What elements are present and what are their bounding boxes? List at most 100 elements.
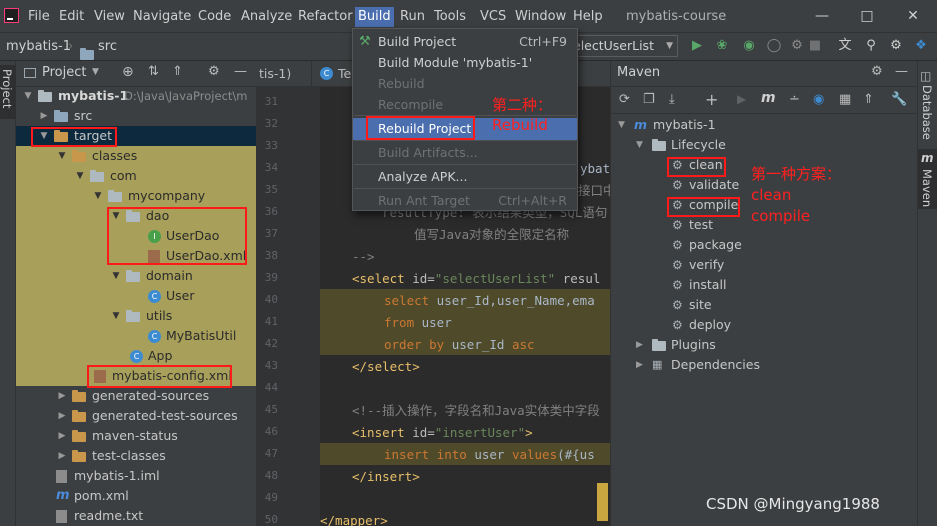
tree-row-iml[interactable]: mybatis-1.iml: [16, 466, 256, 486]
maven-goal-icon[interactable]: m: [761, 90, 776, 106]
menu-tools[interactable]: Tools: [434, 7, 466, 27]
tree-row-mycompany[interactable]: ▼ mycompany: [16, 186, 256, 206]
minimize-icon[interactable]: —: [812, 6, 832, 26]
text-file-icon: [56, 510, 67, 523]
menu-item-build-project[interactable]: ⚒ Build Project Ctrl+F9: [353, 31, 577, 53]
menu-analyze[interactable]: Analyze: [241, 7, 292, 27]
tree-row-mybatisutil[interactable]: C MyBatisUtil: [16, 326, 256, 346]
stop-icon[interactable]: ■: [806, 37, 824, 55]
plugin-icon[interactable]: ❖: [912, 37, 930, 55]
chevron-down-icon[interactable]: ▼: [92, 186, 104, 206]
tree-row-test-classes[interactable]: ▶ test-classes: [16, 446, 256, 466]
close-icon[interactable]: ✕: [903, 6, 923, 26]
add-folder-icon[interactable]: ❐: [643, 92, 655, 107]
tree-row-generated-test-sources[interactable]: ▶ generated-test-sources: [16, 406, 256, 426]
tree-row-utils[interactable]: ▼ utils: [16, 306, 256, 326]
attach-icon[interactable]: ⚙: [788, 37, 806, 55]
menu-code[interactable]: Code: [198, 7, 231, 27]
chevron-down-icon[interactable]: ▼: [56, 146, 68, 166]
tree-row-com[interactable]: ▼ com: [16, 166, 256, 186]
menu-navigate[interactable]: Navigate: [133, 7, 191, 27]
menu-vcs[interactable]: VCS: [480, 7, 506, 27]
chevron-right-icon[interactable]: ▶: [56, 426, 68, 446]
menu-edit[interactable]: Edit: [59, 7, 84, 27]
chevron-right-icon[interactable]: ▶: [56, 446, 68, 466]
collapse-all-icon[interactable]: ⇑: [863, 92, 874, 107]
show-dependencies-icon[interactable]: ▦: [839, 92, 851, 107]
project-panel-title[interactable]: Project: [42, 65, 86, 80]
code-line-46: <insert id="insertUser">: [352, 425, 533, 440]
tree-row-readme[interactable]: readme.txt: [16, 506, 256, 526]
annotation-box-dao: [107, 207, 247, 265]
database-tool-label[interactable]: Database: [920, 85, 934, 140]
gear-icon[interactable]: ⚙: [208, 64, 220, 79]
menu-build[interactable]: Build: [355, 7, 394, 27]
search-icon[interactable]: ⚲: [862, 37, 880, 55]
collapse-all-icon[interactable]: ⇑: [172, 64, 183, 79]
menu-run[interactable]: Run: [400, 7, 425, 27]
tree-row-classes[interactable]: ▼ classes: [16, 146, 256, 166]
menu-refactor[interactable]: Refactor: [298, 7, 353, 27]
tree-row-root[interactable]: ▼ mybatis-1 D:\Java\JavaProject\m: [16, 86, 256, 106]
menu-view[interactable]: View: [94, 7, 125, 27]
maven-toolbar: ⟳ ❐ ⤓ + ▶ m ∸ ◉ ▦ ⇑ 🔧: [611, 88, 917, 114]
wrench-icon[interactable]: 🔧: [891, 92, 907, 107]
profile-icon[interactable]: ◯: [765, 37, 783, 55]
menu-item-analyze-apk[interactable]: Analyze APK...: [353, 166, 577, 188]
toggle-offline-icon[interactable]: ∸: [789, 92, 800, 107]
run-configuration-select[interactable]: electUserList ▼: [566, 35, 678, 57]
maximize-icon[interactable]: □: [857, 6, 877, 26]
editor-tab-2[interactable]: Te: [338, 61, 351, 87]
code-line-40: select user_Id,user_Name,ema: [384, 293, 595, 308]
menu-item-build-artifacts[interactable]: Build Artifacts...: [353, 142, 577, 164]
chevron-down-icon[interactable]: ▼: [22, 86, 34, 106]
editor-tab-1[interactable]: tis-1): [256, 61, 312, 87]
debug-icon[interactable]: ❀: [713, 37, 731, 55]
menu-file[interactable]: File: [28, 7, 50, 27]
chevron-down-icon[interactable]: ▼: [74, 166, 86, 186]
hide-panel-icon[interactable]: —: [895, 64, 908, 79]
chevron-down-icon[interactable]: ▼: [110, 266, 122, 286]
settings-icon[interactable]: ⚙: [887, 37, 905, 55]
chevron-right-icon[interactable]: ▶: [636, 355, 643, 375]
reload-icon[interactable]: ⟳: [619, 92, 630, 107]
chevron-down-icon[interactable]: ▼: [618, 115, 625, 135]
chevron-down-icon[interactable]: ▼: [110, 306, 122, 326]
tree-row-domain[interactable]: ▼ domain: [16, 266, 256, 286]
database-icon[interactable]: ◫: [920, 69, 931, 83]
skip-tests-icon[interactable]: ◉: [813, 92, 824, 107]
folder-icon: [72, 390, 86, 402]
gear-icon[interactable]: ⚙: [871, 64, 883, 79]
chevron-right-icon[interactable]: ▶: [56, 406, 68, 426]
menu-help[interactable]: Help: [573, 7, 603, 27]
download-icon[interactable]: ⤓: [669, 92, 675, 107]
menu-item-build-module[interactable]: Build Module 'mybatis-1': [353, 52, 577, 74]
coverage-icon[interactable]: ◉: [740, 37, 758, 55]
chevron-down-icon[interactable]: ▼: [92, 67, 99, 77]
tree-row-user[interactable]: C User: [16, 286, 256, 306]
translate-icon[interactable]: 文: [836, 37, 854, 55]
locate-icon[interactable]: ⊕: [122, 64, 134, 80]
menu-item-run-ant-target[interactable]: Run Ant Target Ctrl+Alt+R: [353, 190, 577, 212]
breadcrumb-src[interactable]: src: [98, 38, 117, 56]
hide-panel-icon[interactable]: —: [234, 64, 247, 79]
expand-all-icon[interactable]: ⇅: [148, 64, 159, 79]
menu-item-rebuild[interactable]: Rebuild: [353, 73, 577, 95]
tree-row-src[interactable]: ▶ src: [16, 106, 256, 126]
breadcrumb-project[interactable]: mybatis-1: [6, 38, 71, 56]
run-icon[interactable]: ▶: [688, 37, 706, 55]
run-icon[interactable]: ▶: [737, 92, 746, 106]
chevron-right-icon[interactable]: ▶: [38, 106, 50, 126]
maven-tool-label[interactable]: Maven: [920, 169, 934, 207]
tree-label-app: App: [148, 348, 173, 363]
tree-row-app[interactable]: C App: [16, 346, 256, 366]
add-icon[interactable]: +: [705, 90, 718, 109]
annotation-box-config: [87, 365, 232, 388]
menu-window[interactable]: Window: [515, 7, 566, 27]
chevron-right-icon[interactable]: ▶: [56, 386, 68, 406]
tree-row-maven-status[interactable]: ▶ maven-status: [16, 426, 256, 446]
chevron-right-icon[interactable]: ▶: [636, 335, 643, 355]
chevron-down-icon[interactable]: ▼: [636, 135, 643, 155]
tree-row-pom[interactable]: m pom.xml: [16, 486, 256, 506]
tree-row-generated-sources[interactable]: ▶ generated-sources: [16, 386, 256, 406]
